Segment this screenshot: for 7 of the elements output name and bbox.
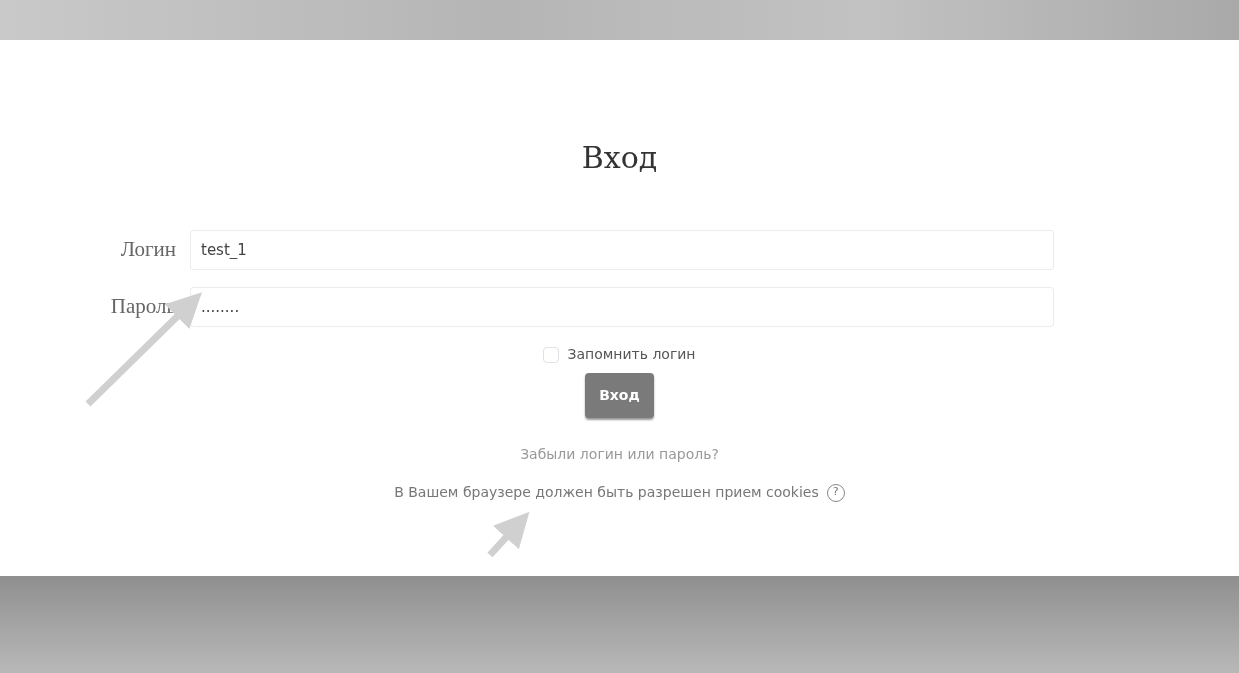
input-field[interactable]: ........: [190, 287, 1054, 327]
cookies-note: В Вашем браузере должен быть разрешен прием cookies: [394, 483, 819, 502]
input-field[interactable]: test_1: [190, 230, 1054, 270]
login-button[interactable]: Вход: [585, 373, 654, 418]
field-label: Логин: [119, 236, 177, 264]
page-title: Вход: [580, 139, 659, 177]
remember-label[interactable]: Запомнить логин: [567, 344, 696, 365]
